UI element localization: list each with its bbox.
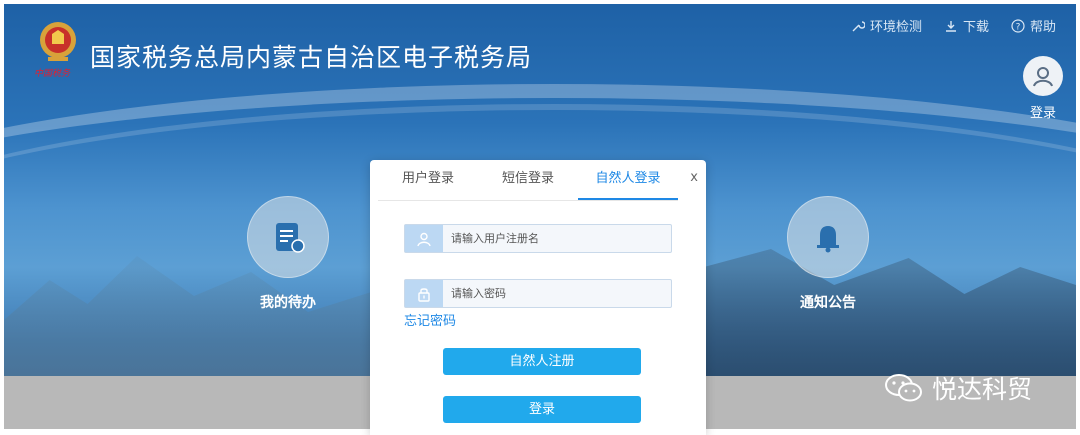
wechat-watermark: 悦达科贸 [884,370,1032,406]
help-link[interactable]: ? 帮助 [1011,16,1056,35]
user-icon [405,225,443,252]
wechat-icon [885,374,922,402]
notice-label: 通知公告 [800,295,856,311]
user-avatar-icon [1023,56,1063,96]
close-button[interactable]: x [690,170,698,185]
watermark-text: 悦达科贸 [932,375,1033,404]
login-tabs: 用户登录 短信登录 自然人登录 [378,160,678,201]
lock-icon [405,280,443,307]
password-field [404,279,672,308]
header-login-button[interactable]: 登录 [1018,56,1068,121]
login-button[interactable]: 登录 [443,396,641,423]
utility-nav: 环境检测 下载 ? 帮助 [851,16,1056,35]
password-input[interactable] [443,286,663,301]
tax-emblem-logo: 中国税务 [32,18,84,80]
todo-document-icon [247,196,329,278]
tab-user-login[interactable]: 用户登录 [378,160,478,200]
forgot-password-link[interactable]: 忘记密码 [404,310,456,329]
help-label: 帮助 [1029,20,1056,35]
my-todo-tile[interactable]: 我的待办 [228,196,348,312]
env-check-label: 环境检测 [869,20,922,35]
download-link[interactable]: 下载 [944,16,989,35]
notice-tile[interactable]: 通知公告 [768,196,888,312]
download-icon [945,20,956,32]
header-login-label: 登录 [1029,106,1056,121]
site-title: 国家税务总局内蒙古自治区电子税务局 [90,43,533,72]
emblem-text: 中国税务 [34,69,71,79]
username-input[interactable] [443,231,663,246]
natural-person-register-button[interactable]: 自然人注册 [443,348,641,375]
wrench-icon [852,20,865,31]
bell-icon [787,196,869,278]
env-check-link[interactable]: 环境检测 [851,16,922,35]
svg-text:?: ? [1016,22,1021,32]
help-icon: ? [1011,18,1025,33]
tab-natural-person-login[interactable]: 自然人登录 [578,160,678,200]
download-label: 下载 [962,20,989,35]
username-field [404,224,672,253]
my-todo-label: 我的待办 [260,295,316,311]
tab-sms-login[interactable]: 短信登录 [478,160,578,200]
login-modal: 用户登录 短信登录 自然人登录 x 忘记密码 自然人注册 登录 [370,160,706,435]
